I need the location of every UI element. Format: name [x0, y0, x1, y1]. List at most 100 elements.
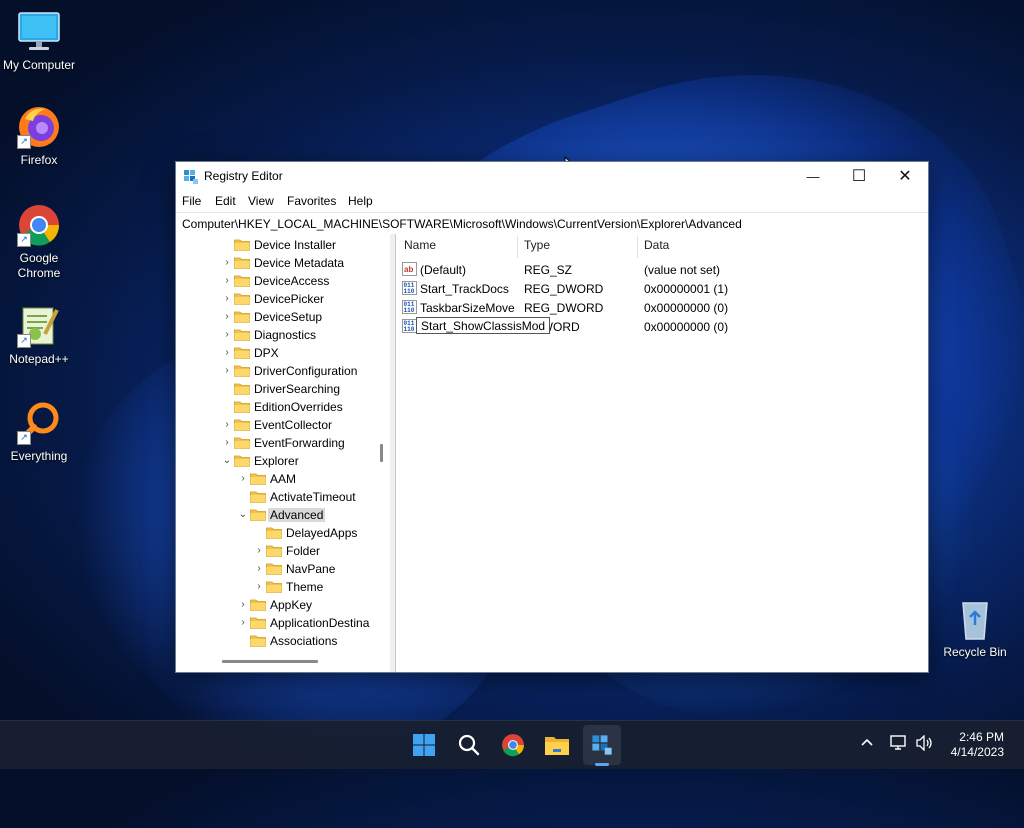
chevron-right-icon[interactable]: ›: [222, 329, 232, 341]
registry-editor-icon: [183, 169, 199, 185]
tree-item-label: Device Installer: [254, 238, 337, 252]
tree-item[interactable]: › EventForwarding: [176, 434, 376, 452]
taskbar-clock[interactable]: 2:46 PM 4/14/2023: [951, 730, 1004, 760]
chevron-right-icon[interactable]: ›: [222, 257, 232, 269]
chevron-right-icon[interactable]: ›: [254, 563, 264, 575]
tree-item-label: Explorer: [254, 454, 299, 468]
registry-value-row[interactable]: ab (Default) REG_SZ (value not set): [396, 260, 928, 279]
taskbar: 2:46 PM 4/14/2023: [0, 720, 1024, 769]
tree-item[interactable]: › DriverConfiguration: [176, 362, 376, 380]
desktop-icon-recycle-bin[interactable]: Recycle Bin: [936, 597, 1014, 660]
address-path[interactable]: Computer\HKEY_LOCAL_MACHINE\SOFTWARE\Mic…: [182, 217, 742, 231]
folder-icon: [266, 581, 282, 593]
chevron-right-icon[interactable]: ›: [238, 473, 248, 485]
chevron-right-icon[interactable]: ›: [222, 275, 232, 287]
desktop-icon-everything[interactable]: ↗ Everything: [0, 401, 78, 464]
tree-item[interactable]: › Device Metadata: [176, 254, 376, 272]
registry-value-row-editing[interactable]: 011 110 DWORD 0x00000000 (0) Start_ShowCl…: [396, 317, 928, 336]
taskbar-file-explorer-button[interactable]: [541, 729, 573, 761]
tree-item[interactable]: DelayedApps: [176, 524, 376, 542]
desktop-icon-label: Notepad++: [9, 352, 69, 366]
firefox-icon: ↗: [17, 105, 61, 149]
folder-icon: [234, 311, 250, 323]
menu-favorites[interactable]: Favorites: [287, 194, 336, 208]
network-icon: [890, 735, 906, 750]
tree-item[interactable]: › DPX: [176, 344, 376, 362]
chevron-right-icon[interactable]: ›: [238, 599, 248, 611]
desktop-icon-notepadpp[interactable]: ↗ Notepad++: [0, 304, 78, 367]
chevron-right-icon[interactable]: ›: [222, 437, 232, 449]
column-header-data[interactable]: Data: [644, 238, 669, 258]
title-bar[interactable]: Registry Editor — ☐ ✕: [176, 162, 928, 190]
chevron-right-icon[interactable]: ›: [222, 311, 232, 323]
tree-item[interactable]: › AppKey: [176, 596, 376, 614]
tree-item[interactable]: DriverSearching: [176, 380, 376, 398]
tree-item[interactable]: › EventCollector: [176, 416, 376, 434]
chevron-right-icon[interactable]: ›: [222, 293, 232, 305]
chevron-down-icon[interactable]: ⌄: [222, 455, 232, 467]
address-bar[interactable]: Computer\HKEY_LOCAL_MACHINE\SOFTWARE\Mic…: [176, 212, 928, 236]
menu-edit[interactable]: Edit: [215, 194, 236, 208]
chevron-right-icon[interactable]: ›: [222, 347, 232, 359]
chevron-down-icon[interactable]: ⌄: [238, 509, 248, 521]
column-separator[interactable]: [637, 236, 638, 258]
column-header-name[interactable]: Name: [404, 238, 436, 258]
tree-item[interactable]: › Theme: [176, 578, 376, 596]
show-hidden-icons-button[interactable]: [860, 736, 874, 753]
tree-item[interactable]: › AAM: [176, 470, 376, 488]
column-header-type[interactable]: Type: [524, 238, 550, 258]
tree-item[interactable]: ActivateTimeout: [176, 488, 376, 506]
maximize-button[interactable]: ☐: [836, 162, 882, 190]
desktop-icon-firefox[interactable]: ↗ Firefox: [0, 105, 78, 168]
tree-item[interactable]: › Diagnostics: [176, 326, 376, 344]
tree-vertical-scrollbar[interactable]: [380, 444, 383, 462]
start-button[interactable]: [408, 729, 440, 761]
desktop-icon-label: Everything: [10, 449, 68, 463]
tree-item[interactable]: Associations: [176, 632, 376, 650]
network-status-button[interactable]: [890, 735, 908, 754]
taskbar-search-button[interactable]: [453, 729, 485, 761]
tree-item[interactable]: › DeviceAccess: [176, 272, 376, 290]
registry-key-tree[interactable]: Device Installer › Device Metadata › DeviceA…: [176, 234, 391, 672]
menu-file[interactable]: File: [182, 194, 201, 208]
chevron-right-icon[interactable]: ›: [222, 419, 232, 431]
tree-horizontal-scrollbar[interactable]: [222, 660, 318, 663]
folder-icon: [234, 419, 250, 431]
minimize-button[interactable]: —: [790, 162, 836, 190]
tree-item[interactable]: Device Installer: [176, 236, 376, 254]
value-type: REG_DWORD: [524, 282, 604, 296]
desktop-icon-chrome[interactable]: ↗ Google Chrome: [0, 203, 78, 281]
tree-item[interactable]: › NavPane: [176, 560, 376, 578]
taskbar-registry-editor-button[interactable]: [586, 729, 618, 761]
menu-bar: File Edit View Favorites Help: [176, 190, 928, 212]
tree-item[interactable]: ⌄ Explorer: [176, 452, 376, 470]
registry-value-row[interactable]: 011 110 Start_TrackDocs REG_DWORD 0x00000…: [396, 279, 928, 298]
registry-editor-window[interactable]: Registry Editor — ☐ ✕ File Edit View Fav…: [175, 161, 929, 673]
folder-icon: [234, 437, 250, 449]
volume-button[interactable]: [916, 734, 934, 754]
value-type: REG_SZ: [524, 263, 573, 277]
desktop-icon-my-computer[interactable]: My Computer: [0, 10, 78, 73]
windows-logo-icon: [413, 734, 435, 756]
tree-item[interactable]: › DeviceSetup: [176, 308, 376, 326]
tree-item[interactable]: › Folder: [176, 542, 376, 560]
menu-help[interactable]: Help: [348, 194, 373, 208]
rename-value-input[interactable]: Start_ShowClassisMod: [416, 317, 550, 334]
column-separator[interactable]: [517, 236, 518, 258]
taskbar-chrome-button[interactable]: [497, 729, 529, 761]
tree-item[interactable]: › DevicePicker: [176, 290, 376, 308]
chevron-right-icon[interactable]: ›: [254, 545, 264, 557]
window-title: Registry Editor: [204, 169, 283, 183]
chevron-right-icon[interactable]: ›: [254, 581, 264, 593]
tree-item-label: EditionOverrides: [254, 400, 343, 414]
tree-item[interactable]: ⌄ Advanced: [176, 506, 376, 524]
menu-view[interactable]: View: [248, 194, 274, 208]
close-button[interactable]: ✕: [882, 162, 928, 190]
chevron-right-icon[interactable]: ›: [222, 365, 232, 377]
shortcut-arrow-icon: ↗: [17, 431, 31, 445]
registry-values-list[interactable]: Name Type Data ab (Default) REG_SZ (valu…: [396, 234, 928, 672]
tree-item[interactable]: › ApplicationDestina: [176, 614, 376, 632]
tree-item[interactable]: EditionOverrides: [176, 398, 376, 416]
registry-value-row[interactable]: 011 110 TaskbarSizeMove REG_DWORD 0x00000…: [396, 298, 928, 317]
chevron-right-icon[interactable]: ›: [238, 617, 248, 629]
